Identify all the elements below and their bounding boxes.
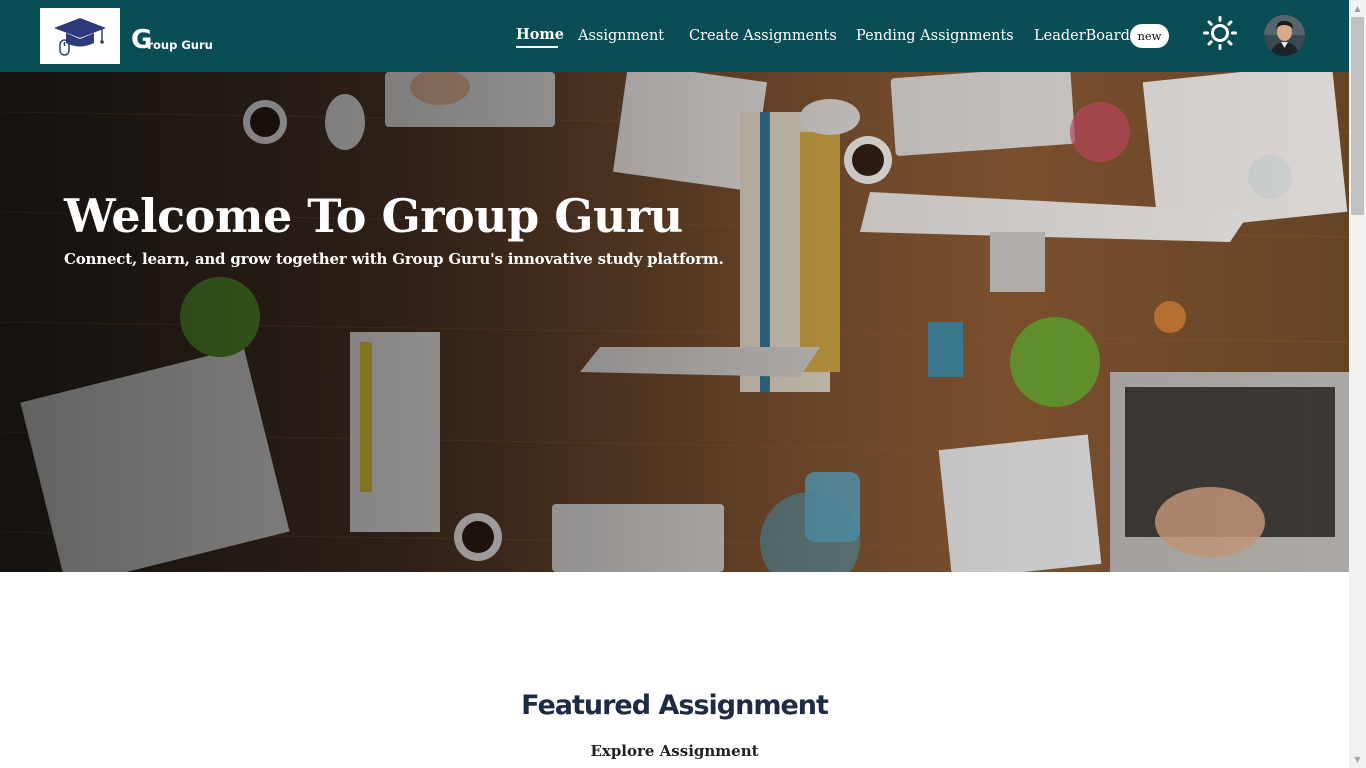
theme-toggle-button[interactable] [1203, 16, 1237, 50]
navbar: G roup Guru Home Assignment Create Assig… [0, 0, 1349, 72]
brand-name: roup Guru [147, 38, 213, 52]
hero-title: Welcome To Group Guru [64, 189, 683, 243]
avatar-image [1264, 15, 1305, 56]
graduation-cap-icon [54, 18, 106, 56]
user-avatar[interactable] [1264, 15, 1305, 56]
vertical-scrollbar[interactable]: ▲ ▼ [1349, 0, 1366, 768]
nav-pending-assignments[interactable]: Pending Assignments [856, 26, 1014, 46]
page: G roup Guru Home Assignment Create Assig… [0, 0, 1349, 768]
scroll-thumb[interactable] [1351, 17, 1364, 215]
sun-icon [1203, 16, 1237, 50]
logo[interactable] [40, 8, 120, 64]
nav-create-assignments[interactable]: Create Assignments [689, 26, 837, 46]
featured-subtitle: Explore Assignment [590, 742, 759, 760]
hero-subtitle: Connect, learn, and grow together with G… [64, 250, 724, 268]
hero-banner: Welcome To Group Guru Connect, learn, an… [0, 72, 1349, 572]
nav-active-indicator [516, 46, 558, 48]
new-badge: new [1130, 24, 1169, 48]
nav-assignment[interactable]: Assignment [578, 26, 664, 46]
featured-title: Featured Assignment [521, 690, 829, 721]
brand[interactable]: G roup Guru [131, 22, 213, 54]
scroll-down-arrow-icon[interactable]: ▼ [1349, 751, 1366, 768]
nav-leaderboard[interactable]: LeaderBoard [1034, 26, 1130, 46]
hero-overlay [0, 72, 1349, 572]
scroll-up-arrow-icon[interactable]: ▲ [1349, 0, 1366, 17]
nav-home[interactable]: Home [516, 25, 564, 45]
